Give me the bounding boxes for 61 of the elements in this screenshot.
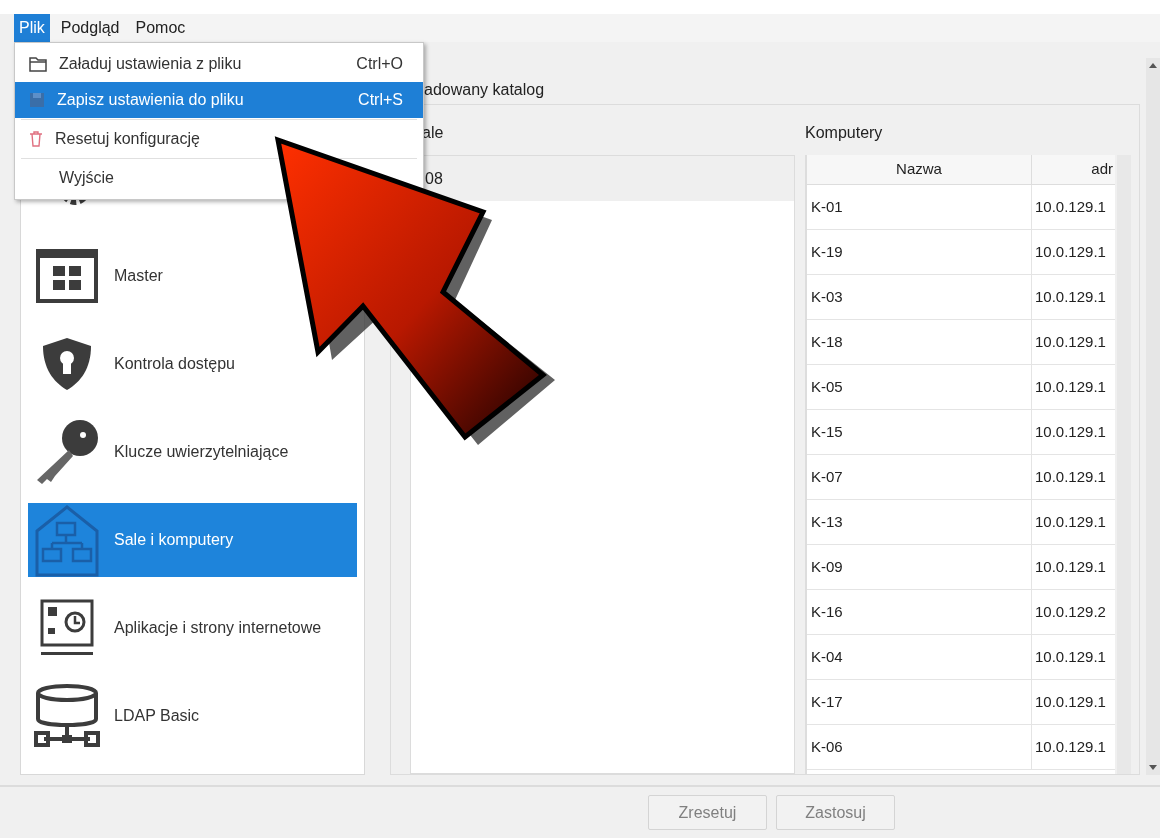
menu-item[interactable]: Pomoc <box>130 14 191 42</box>
house-computers-icon <box>33 503 101 577</box>
menu-entry[interactable]: Załaduj ustawienia z pliku Ctrl+O <box>15 46 423 82</box>
folder-icon <box>29 56 47 72</box>
sidebar-item[interactable]: Klucze uwierzytelniające <box>28 415 357 489</box>
table-cell: K-17 <box>807 680 1032 724</box>
table-cell: K-07 <box>807 455 1032 499</box>
column-header[interactable]: Nazwa <box>807 155 1032 184</box>
window-grid-icon <box>35 248 99 304</box>
section-title: adowany katalog <box>424 80 546 98</box>
database-network-icon <box>34 683 100 749</box>
sidebar-item-label: Master <box>114 266 163 286</box>
sidebar-item[interactable]: LDAP Basic <box>28 679 357 753</box>
table-cell: K-04 <box>807 635 1032 679</box>
menu-entry-label: Wyjście <box>59 168 115 188</box>
table-cell: K-18 <box>807 320 1032 364</box>
menu-entry[interactable]: Zapisz ustawienia do pliku Ctrl+S <box>15 82 423 118</box>
scroll-up-icon[interactable] <box>1149 62 1157 68</box>
menu-entry[interactable]: Resetuj konfigurację <box>15 121 423 157</box>
menu-item[interactable]: Podgląd <box>55 14 125 42</box>
table-cell-text: 10.0.129.1 <box>1034 736 1107 757</box>
table-cell-text: 10.0.129.1 <box>1034 376 1107 397</box>
table-cell: K-06 <box>807 725 1032 769</box>
scroll-down-icon[interactable] <box>1149 765 1157 771</box>
table-cell-text: 10.0.129.1 <box>1034 196 1107 217</box>
sidebar-item[interactable]: Sale i komputery <box>28 503 357 577</box>
menu-item[interactable]: Plik <box>14 14 50 42</box>
sidebar-item[interactable]: Aplikacje i strony internetowe <box>28 591 357 665</box>
table-cell: K-09 <box>807 545 1032 589</box>
table-cell-text: 10.0.129.1 <box>1034 331 1107 352</box>
sidebar-item-label: Klucze uwierzytelniające <box>114 442 289 462</box>
table-cell-text: 10.0.129.1 <box>1034 286 1107 307</box>
table-cell-text: 10.0.129.1 <box>1034 511 1107 532</box>
shortcut-label: Ctrl+O <box>356 54 403 74</box>
table-cell: K-19 <box>807 230 1032 274</box>
table-cell-text: 10.0.129.1 <box>1034 421 1107 442</box>
table-cell: K-16 <box>807 590 1032 634</box>
menu-entry-label: Zapisz ustawienia do pliku <box>57 90 245 110</box>
table-cell-text: 10.0.129.1 <box>1034 241 1107 262</box>
table-cell-text: 10.0.129.2 <box>1034 601 1107 622</box>
sidebar-item-label: Aplikacje i strony internetowe <box>114 618 322 638</box>
sidebar-item-label: LDAP Basic <box>114 706 200 726</box>
column-header[interactable]: adr <box>1032 155 1115 184</box>
table-cell-text: 10.0.129.1 <box>1034 466 1107 487</box>
table-cell-text: 10.0.129.1 <box>1034 691 1107 712</box>
sidebar-item[interactable]: Kontrola dostępu <box>28 327 357 401</box>
table-cell: K-03 <box>807 275 1032 319</box>
sidebar-item-label: Kontrola dostępu <box>114 354 235 374</box>
menu-entry-label: Resetuj konfigurację <box>55 129 201 149</box>
computers-label: Komputery <box>805 123 884 141</box>
trash-icon <box>29 131 43 147</box>
table-cell: K-05 <box>807 365 1032 409</box>
table-cell-text: 10.0.129.1 <box>1034 646 1107 667</box>
shortcut-label: Ctrl+S <box>358 90 403 110</box>
table-cell: K-01 <box>807 185 1032 229</box>
table-cell: K-13 <box>807 500 1032 544</box>
table-cell-text: 10.0.129.1 <box>1034 556 1107 577</box>
scrollbar[interactable] <box>1146 58 1160 775</box>
sidebar-item-label: Sale i komputery <box>114 530 234 550</box>
menu-entry-label: Załaduj ustawienia z pliku <box>59 54 243 74</box>
table-cell: K-15 <box>807 410 1032 454</box>
